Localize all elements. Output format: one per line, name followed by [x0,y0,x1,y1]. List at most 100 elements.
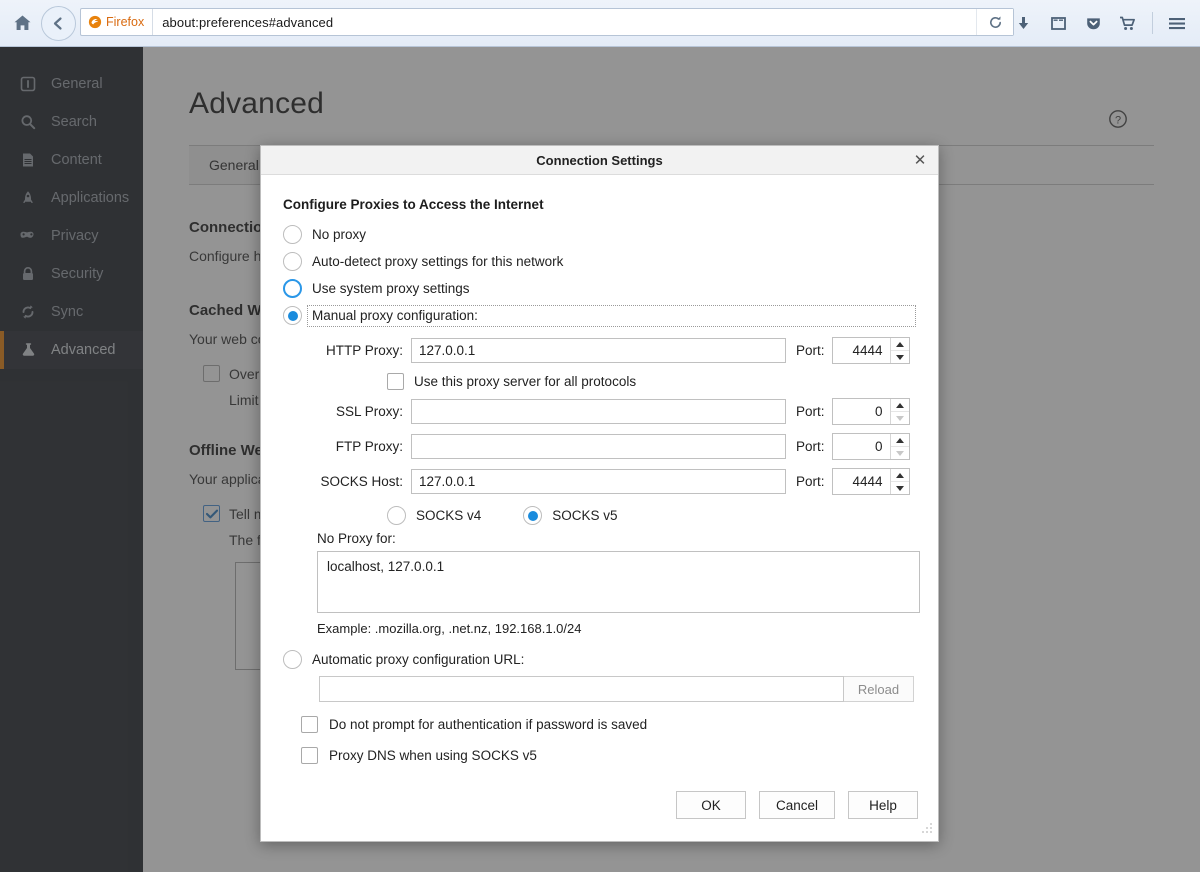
stepper-down-icon [891,412,909,424]
port-value: 4444 [833,338,890,363]
field-label: SOCKS Host: [283,474,411,489]
radio-socks-v5-circle[interactable] [523,506,542,525]
radio-circle [283,225,302,244]
radio-system-proxy[interactable]: Use system proxy settings [283,275,916,302]
url-bar[interactable]: Firefox about:preferences#advanced [80,8,1014,36]
socks-version-group: SOCKS v4 SOCKS v5 [387,506,916,525]
focus-outline: Manual proxy configuration: [307,305,916,327]
ssl-proxy-input[interactable] [411,399,786,424]
socks-port-stepper[interactable]: 4444 [832,468,910,495]
checkbox-box [387,373,404,390]
hamburger-menu-icon[interactable] [1162,8,1192,38]
field-socks-host: SOCKS Host: 127.0.0.1 Port: 4444 [283,468,916,495]
radio-auto-detect[interactable]: Auto-detect proxy settings for this netw… [283,248,916,275]
ftp-proxy-input[interactable] [411,434,786,459]
radio-pac-url[interactable]: Automatic proxy configuration URL: [283,650,916,669]
stepper-up-icon[interactable] [891,434,909,447]
field-http-proxy: HTTP Proxy: 127.0.0.1 Port: 4444 [283,337,916,364]
no-proxy-example: Example: .mozilla.org, .net.nz, 192.168.… [317,621,916,636]
radio-circle [283,306,302,325]
dialog-buttons: OK Cancel Help [676,791,918,819]
back-button[interactable] [41,6,76,41]
resize-grip[interactable] [922,820,934,838]
all-protocols-checkbox[interactable]: Use this proxy server for all protocols [387,373,916,390]
connection-settings-dialog: Connection Settings ✕ Configure Proxies … [260,145,939,842]
radio-label: Auto-detect proxy settings for this netw… [312,254,563,269]
port-label: Port: [786,474,832,489]
field-label: FTP Proxy: [283,439,411,454]
identity-box[interactable]: Firefox [81,9,153,35]
dialog-body: Configure Proxies to Access the Internet… [261,175,938,764]
screen: Firefox about:preferences#advanced [0,0,1200,872]
port-label: Port: [786,404,832,419]
port-label: Port: [786,439,832,454]
radio-label: Use system proxy settings [312,281,470,296]
radio-manual-proxy[interactable]: Manual proxy configuration: [283,302,916,329]
port-value: 4444 [833,469,890,494]
radio-circle [283,650,302,669]
checkbox-label: Proxy DNS when using SOCKS v5 [329,748,537,763]
stepper-down-icon[interactable] [891,351,909,363]
dialog-title: Connection Settings [536,153,662,168]
checkbox-box [301,747,318,764]
socks-host-input[interactable]: 127.0.0.1 [411,469,786,494]
radio-circle [283,252,302,271]
pac-url-row: Reload [319,676,916,702]
dialog-heading: Configure Proxies to Access the Internet [283,197,916,212]
port-value: 0 [833,434,890,459]
checkbox-label: Use this proxy server for all protocols [414,374,636,389]
pocket-icon[interactable] [1078,8,1108,38]
stepper-arrows [890,338,909,363]
stepper-up-icon[interactable] [891,469,909,482]
radio-circle [283,279,302,298]
field-label: HTTP Proxy: [283,343,411,358]
help-button[interactable]: Help [848,791,918,819]
radio-socks-v5-label: SOCKS v5 [552,508,617,523]
port-value: 0 [833,399,890,424]
stepper-arrows [890,469,909,494]
checkbox-box [301,716,318,733]
port-label: Port: [786,343,832,358]
radio-label: No proxy [312,227,366,242]
no-auth-prompt-checkbox[interactable]: Do not prompt for authentication if pass… [301,716,916,733]
field-ftp-proxy: FTP Proxy: Port: 0 [283,433,916,460]
firefox-logo-icon [88,15,102,29]
ftp-port-stepper[interactable]: 0 [832,433,910,460]
stepper-down-icon[interactable] [891,482,909,494]
radio-label: Automatic proxy configuration URL: [312,652,524,667]
radio-socks-v4-label: SOCKS v4 [416,508,481,523]
identity-label: Firefox [106,15,144,29]
stepper-down-icon [891,447,909,459]
radio-no-proxy[interactable]: No proxy [283,221,916,248]
dialog-titlebar: Connection Settings ✕ [261,146,938,175]
pac-url-input[interactable] [319,676,844,702]
no-proxy-label: No Proxy for: [317,531,916,546]
stepper-up-icon[interactable] [891,399,909,412]
radio-label: Manual proxy configuration: [312,308,478,323]
stepper-arrows [890,399,909,424]
http-proxy-input[interactable]: 127.0.0.1 [411,338,786,363]
pac-reload-button[interactable]: Reload [844,676,914,702]
reader-window-icon[interactable] [1043,8,1073,38]
radio-socks-v4-circle[interactable] [387,506,406,525]
shopping-cart-icon[interactable] [1113,8,1143,38]
field-ssl-proxy: SSL Proxy: Port: 0 [283,398,916,425]
no-proxy-textarea[interactable]: localhost, 127.0.0.1 [317,551,920,613]
preferences-page: General Search [0,47,1200,872]
downloads-icon[interactable] [1008,8,1038,38]
checkbox-label: Do not prompt for authentication if pass… [329,717,647,732]
cancel-button[interactable]: Cancel [759,791,835,819]
url-text[interactable]: about:preferences#advanced [153,9,333,35]
ssl-port-stepper[interactable]: 0 [832,398,910,425]
home-icon[interactable] [7,9,37,37]
http-port-stepper[interactable]: 4444 [832,337,910,364]
toolbar-separator [1152,12,1153,34]
field-label: SSL Proxy: [283,404,411,419]
proxy-dns-socks5-checkbox[interactable]: Proxy DNS when using SOCKS v5 [301,747,916,764]
stepper-arrows [890,434,909,459]
ok-button[interactable]: OK [676,791,746,819]
toolbar-icons [1008,6,1192,40]
close-icon[interactable]: ✕ [910,150,930,170]
stepper-up-icon[interactable] [891,338,909,351]
browser-toolbar: Firefox about:preferences#advanced [0,0,1200,47]
